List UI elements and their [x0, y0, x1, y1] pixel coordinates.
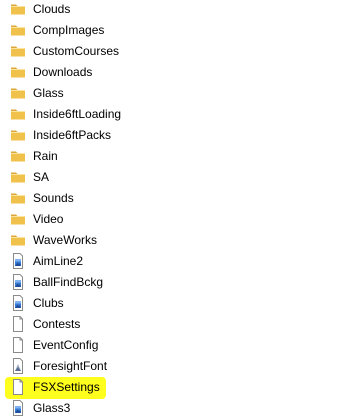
item-label: AimLine2 — [33, 254, 84, 268]
folder-row[interactable]: Glass — [0, 83, 338, 104]
item-label: Downloads — [33, 65, 93, 79]
item-label: Clubs — [33, 296, 64, 310]
item-label: WaveWorks — [33, 233, 98, 247]
folder-row[interactable]: Clouds — [0, 0, 338, 20]
item-label: Video — [33, 212, 64, 226]
file-row[interactable]: EventConfig — [0, 335, 338, 356]
image-file-icon — [10, 400, 26, 416]
file-row[interactable]: FSXSettings — [0, 377, 338, 399]
folder-icon — [10, 22, 26, 38]
item-label: Clouds — [33, 2, 71, 16]
font-file-icon — [10, 358, 26, 374]
folder-row[interactable]: Sounds — [0, 188, 338, 209]
folder-row[interactable]: Rain — [0, 146, 338, 167]
folder-row[interactable]: WaveWorks — [0, 230, 338, 251]
folder-icon — [10, 148, 26, 164]
item-label: CustomCourses — [33, 44, 120, 58]
item-label: Inside6ftPacks — [33, 128, 112, 142]
folder-row[interactable]: CustomCourses — [0, 41, 338, 62]
folder-row[interactable]: Video — [0, 209, 338, 230]
item-label: Glass — [33, 86, 64, 100]
image-file-icon — [10, 295, 26, 311]
folder-icon — [10, 1, 26, 17]
file-row[interactable]: Contests — [0, 314, 338, 335]
folder-icon — [10, 190, 26, 206]
image-file-icon — [10, 274, 26, 290]
folder-row[interactable]: Inside6ftLoading — [0, 104, 338, 125]
file-row[interactable]: BallFindBckg — [0, 272, 338, 293]
folder-row[interactable]: CompImages — [0, 20, 338, 41]
item-label: Inside6ftLoading — [33, 107, 122, 121]
folder-icon — [10, 85, 26, 101]
folder-icon — [10, 127, 26, 143]
blank-file-icon — [10, 337, 26, 353]
folder-icon — [10, 232, 26, 248]
folder-row[interactable]: SA — [0, 167, 338, 188]
item-label: SA — [33, 170, 50, 184]
file-row[interactable]: Clubs — [0, 293, 338, 314]
file-list: Clouds CompImages CustomCourses Downloads Gl… — [0, 0, 338, 419]
folder-icon — [10, 43, 26, 59]
blank-file-icon — [10, 316, 26, 332]
image-file-icon — [10, 253, 26, 269]
item-label: CompImages — [33, 23, 105, 37]
item-label: Glass3 — [33, 401, 71, 415]
item-label: Rain — [33, 149, 58, 163]
file-row[interactable]: AimLine2 — [0, 251, 338, 272]
folder-icon — [10, 211, 26, 227]
folder-row[interactable]: Inside6ftPacks — [0, 125, 338, 146]
folder-icon — [10, 106, 26, 122]
blank-file-icon — [10, 379, 26, 395]
folder-row[interactable]: Downloads — [0, 62, 338, 83]
folder-icon — [10, 64, 26, 80]
item-label: Sounds — [33, 191, 74, 205]
item-label: BallFindBckg — [33, 275, 104, 289]
item-label: FSXSettings — [33, 380, 100, 394]
item-label: EventConfig — [33, 338, 99, 352]
item-label: Contests — [33, 317, 81, 331]
file-row[interactable]: ForesightFont — [0, 356, 338, 377]
file-row[interactable]: Glass3 — [0, 398, 338, 419]
folder-icon — [10, 169, 26, 185]
item-label: ForesightFont — [33, 359, 108, 373]
